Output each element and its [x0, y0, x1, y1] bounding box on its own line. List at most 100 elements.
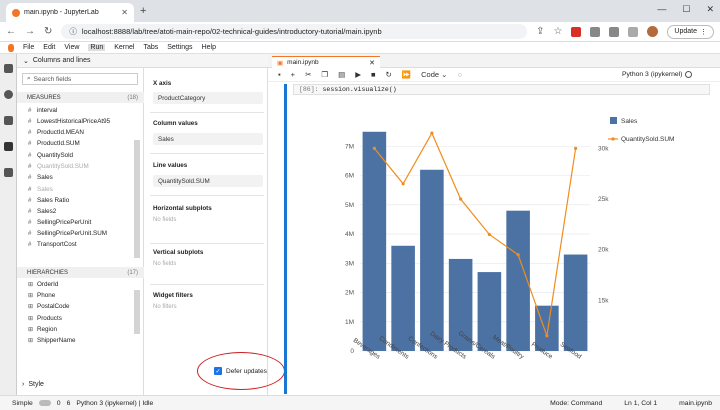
- minimize-icon[interactable]: —: [657, 4, 666, 15]
- cut-icon[interactable]: ✂: [305, 70, 311, 79]
- simple-mode-toggle[interactable]: [38, 400, 51, 406]
- list-item[interactable]: ⊞ PostalCode: [28, 303, 70, 310]
- list-item[interactable]: ⊞ OrderId: [28, 281, 58, 288]
- folder-icon[interactable]: [4, 64, 13, 73]
- xaxis-label: X axis: [153, 80, 172, 87]
- chevron-right-icon: ›: [22, 381, 25, 388]
- list-item[interactable]: # QuantitySold: [28, 152, 73, 159]
- reload-icon[interactable]: ↻: [44, 26, 52, 37]
- file-name: main.ipynb: [679, 399, 712, 407]
- stop-icon[interactable]: ■: [371, 70, 376, 79]
- notebook-tab[interactable]: ▣ main.ipynb ✕: [272, 56, 380, 68]
- new-tab-icon[interactable]: +: [140, 5, 146, 17]
- kernel-indicator[interactable]: Python 3 (ipykernel): [622, 71, 693, 78]
- widget-type-selector[interactable]: ⌄ Columns and lines: [17, 54, 268, 68]
- field-label: SellingPricePerUnit: [37, 219, 92, 226]
- menu-settings[interactable]: Settings: [167, 44, 192, 51]
- list-item[interactable]: # SellingPricePerUnit: [28, 219, 91, 226]
- measures-header[interactable]: MEASURES (18): [17, 92, 144, 103]
- menu-edit[interactable]: Edit: [43, 44, 55, 51]
- close-icon[interactable]: ✕: [121, 8, 128, 17]
- restart-icon[interactable]: ↻: [386, 70, 392, 79]
- menu-run[interactable]: Run: [88, 44, 106, 51]
- list-item[interactable]: # Sales: [28, 186, 53, 193]
- hierarchy-icon: ⊞: [28, 316, 34, 322]
- y-tick-label: 4M: [345, 231, 354, 238]
- list-item[interactable]: # LowestHistoricalPriceAt95: [28, 118, 110, 125]
- list-item[interactable]: # ProductId.MEAN: [28, 129, 84, 136]
- add-cell-icon[interactable]: +: [291, 70, 295, 79]
- list-item[interactable]: # Sales: [28, 174, 53, 181]
- measure-icon: #: [28, 174, 32, 181]
- list-item[interactable]: # interval: [28, 107, 57, 114]
- list-item[interactable]: # ProductId.SUM: [28, 140, 80, 147]
- y-tick-label: 0: [350, 348, 354, 355]
- commands-icon[interactable]: [4, 116, 13, 125]
- list-item[interactable]: ⊞ Products: [28, 315, 62, 322]
- fast-forward-icon[interactable]: ⏩: [402, 70, 411, 79]
- run-icon[interactable]: ▶: [355, 70, 361, 79]
- close-icon[interactable]: ✕: [369, 59, 375, 67]
- search-input[interactable]: ⌕ Search fields: [22, 73, 138, 85]
- extensions-icon[interactable]: [4, 168, 13, 177]
- column-values-field[interactable]: Sales: [153, 133, 263, 145]
- sync-icon[interactable]: ◌: [457, 70, 461, 79]
- paste-icon[interactable]: ▤: [338, 70, 345, 79]
- sidebar-icon[interactable]: [628, 26, 639, 37]
- menu-file[interactable]: File: [23, 44, 34, 51]
- mode-status: Mode: Command: [550, 399, 603, 407]
- menu-kernel[interactable]: Kernel: [114, 44, 134, 51]
- back-icon[interactable]: ←: [6, 26, 16, 37]
- status-bar: Simple 0 6 Python 3 (ipykernel) | Idle M…: [0, 395, 720, 410]
- list-item[interactable]: # Sales2: [28, 208, 56, 215]
- cell-type-select[interactable]: Code ⌄: [421, 70, 447, 79]
- copy-icon[interactable]: ❐: [321, 70, 328, 79]
- running-icon[interactable]: [4, 90, 13, 99]
- close-window-icon[interactable]: ✕: [706, 4, 714, 15]
- list-item[interactable]: ⊞ Region: [28, 326, 57, 333]
- xaxis-field[interactable]: ProductCategory: [153, 92, 263, 104]
- line-point: [574, 146, 578, 150]
- atoti-icon[interactable]: [4, 142, 13, 151]
- puzzle-icon[interactable]: [609, 26, 620, 37]
- list-item[interactable]: # TransportCost: [28, 241, 77, 248]
- hierarchies-header[interactable]: HIERARCHIES (17): [17, 267, 144, 278]
- line-values-field[interactable]: QuantitySold.SUM: [153, 175, 263, 187]
- active-cell-marker: [284, 84, 287, 394]
- kernel-label: Python 3 (ipykernel): [622, 71, 683, 78]
- hierarchy-icon: ⊞: [28, 304, 34, 310]
- line-point: [430, 131, 434, 135]
- y-tick-label: 6M: [345, 173, 354, 180]
- update-button[interactable]: Update ⋮: [667, 24, 714, 39]
- url-field[interactable]: ⓘ localhost:8888/lab/tree/atoti-main-rep…: [61, 24, 528, 39]
- avatar[interactable]: [647, 26, 659, 37]
- extension-icon[interactable]: [590, 26, 601, 37]
- list-item[interactable]: ⊞ Phone: [28, 292, 55, 299]
- list-item[interactable]: # QuantitySold.SUM: [28, 163, 89, 170]
- menu-view[interactable]: View: [64, 44, 79, 51]
- field-label: Sales: [37, 174, 53, 181]
- chevron-down-icon: ⌄: [23, 57, 29, 65]
- extension-icon[interactable]: [571, 26, 582, 37]
- measure-icon: #: [28, 208, 32, 215]
- menu-help[interactable]: Help: [202, 44, 216, 51]
- list-item[interactable]: # SellingPricePerUnit.SUM: [28, 230, 107, 237]
- measure-icon: #: [28, 163, 32, 170]
- list-item[interactable]: ⊞ ShipperName: [28, 337, 76, 344]
- hierarchies-scrollbar[interactable]: [134, 290, 140, 334]
- code-cell[interactable]: [86]: session.visualize(): [293, 84, 710, 95]
- save-icon[interactable]: ▪: [278, 70, 281, 79]
- style-section[interactable]: › Style: [22, 381, 44, 388]
- list-item[interactable]: # Sales Ratio: [28, 197, 69, 204]
- measures-scrollbar[interactable]: [134, 140, 140, 258]
- browser-tab[interactable]: main.ipynb - JupyterLab ✕: [6, 3, 134, 22]
- forward-icon[interactable]: →: [25, 26, 35, 37]
- maximize-icon[interactable]: ☐: [682, 4, 690, 15]
- menu-tabs[interactable]: Tabs: [143, 44, 158, 51]
- kernel-status[interactable]: Python 3 (ipykernel) | Idle: [76, 400, 153, 407]
- address-bar: ← → ↻ ⓘ localhost:8888/lab/tree/atoti-ma…: [0, 22, 720, 42]
- share-icon[interactable]: ⇪: [536, 26, 544, 37]
- y2-tick-label: 25k: [598, 196, 609, 203]
- star-icon[interactable]: ☆: [553, 26, 562, 37]
- field-label: ProductId.SUM: [37, 140, 80, 147]
